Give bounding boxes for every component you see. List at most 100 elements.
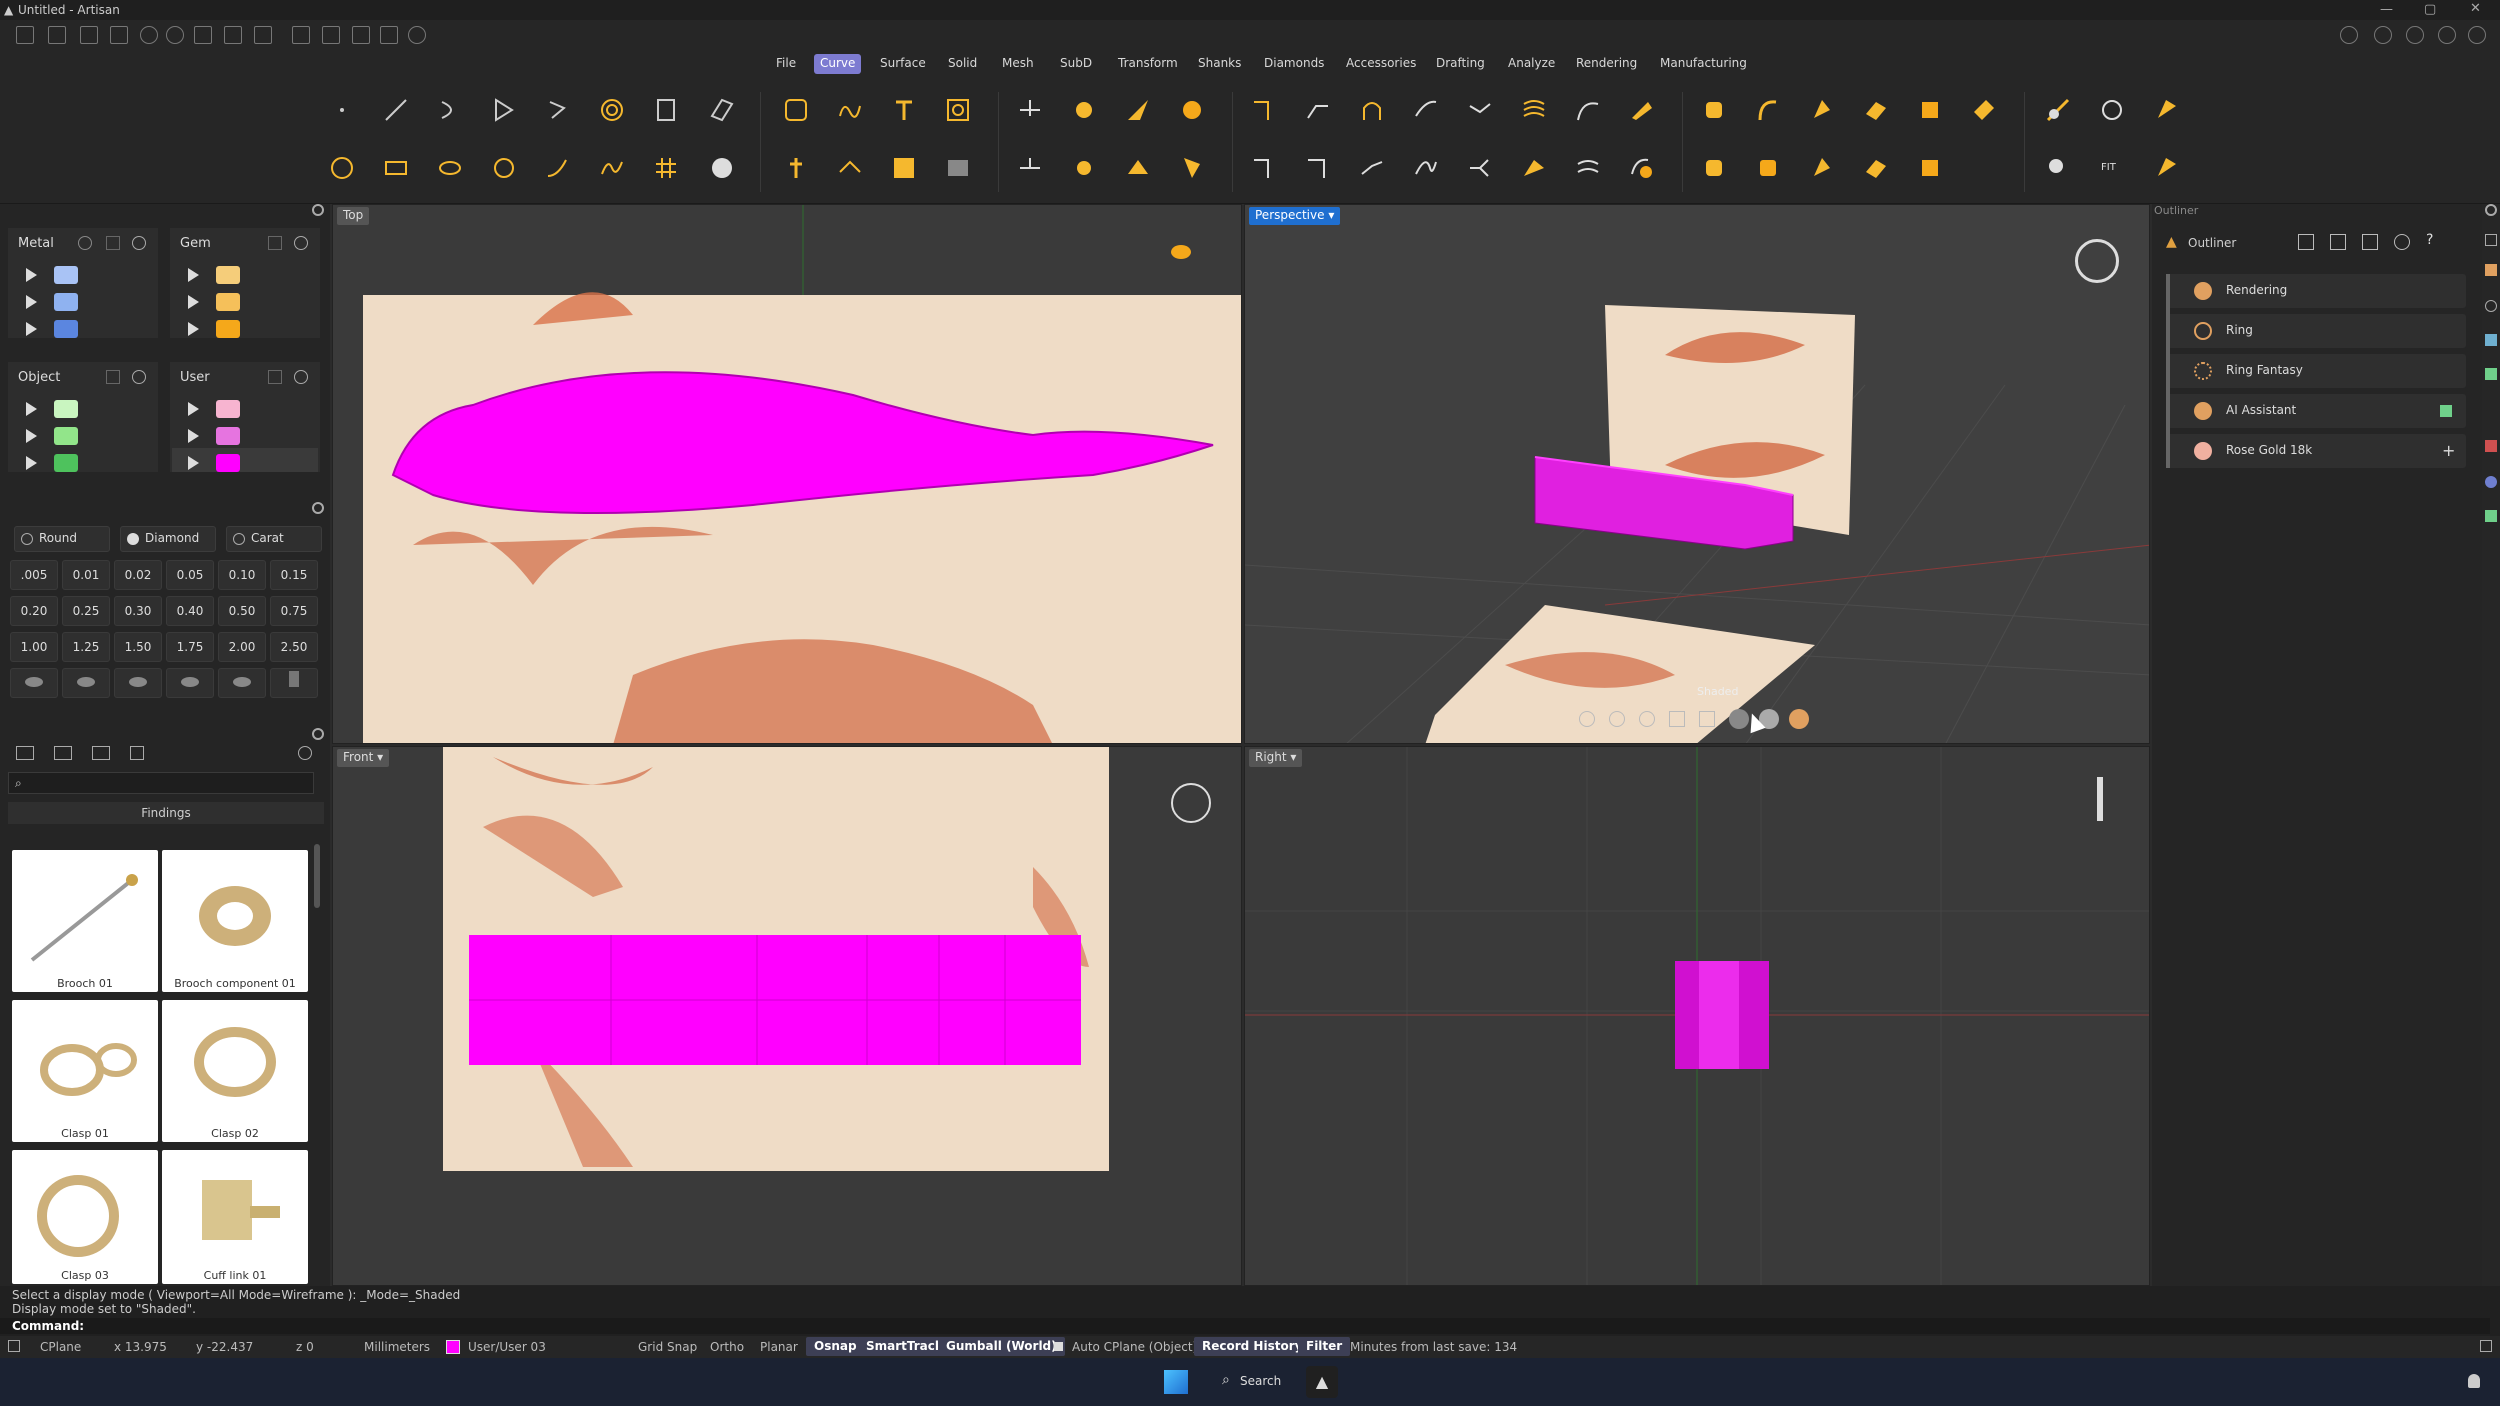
metal-eye-icon[interactable] [132,236,146,250]
taskbar-search[interactable]: ⌕ Search [1208,1366,1288,1398]
new-file-icon[interactable] [16,26,34,44]
settings-icon[interactable] [408,26,426,44]
select-icon[interactable] [380,26,398,44]
viewport-right[interactable]: Right ▾ [1244,746,2150,1286]
menu-manufacturing[interactable]: Manufacturing [1654,54,1753,74]
save-icon[interactable] [194,26,212,44]
strip-properties-icon[interactable] [2485,334,2497,346]
object-layer-3-color[interactable] [54,454,78,472]
split-tool-icon[interactable] [1064,90,1104,130]
gem-size-button[interactable]: 0.75 [270,596,318,626]
cap-tool-icon[interactable] [1748,148,1788,188]
metal-layer-3-play-icon[interactable] [26,322,37,336]
outliner-item-rose-gold[interactable]: Rose Gold 18k + [2166,434,2466,468]
outliner-refresh-icon[interactable] [2394,234,2410,250]
match-curve-icon[interactable] [1460,90,1500,130]
gem-size-button[interactable]: 1.25 [62,632,110,662]
user-eye-icon[interactable] [294,370,308,384]
library-folder-icon[interactable] [16,746,34,760]
gumball-toggle[interactable]: Gumball (World) [938,1337,1065,1356]
metal-layer-2-color[interactable] [54,293,78,311]
menu-mesh[interactable]: Mesh [996,54,1040,74]
gem-unit-carat-tab[interactable]: Carat [226,526,322,552]
panel-gear-icon-2[interactable] [312,502,324,514]
ring-shank-icon[interactable] [2092,90,2132,130]
picture-frame-icon[interactable] [884,148,924,188]
zoom-view-icon[interactable] [1609,711,1625,727]
user-layer-3-color[interactable] [216,454,240,472]
library-item-clasp-01[interactable]: Clasp 01 [12,1000,158,1142]
layers-top-icon[interactable] [2438,26,2456,44]
gem-layer-1-play-icon[interactable] [188,268,199,282]
extend-tool-icon[interactable] [1010,148,1050,188]
library-open-icon[interactable] [54,746,72,760]
gem-size-button[interactable]: 2.00 [218,632,266,662]
object-layer-2-play-icon[interactable] [26,429,37,443]
gem-size-button[interactable]: 2.50 [270,632,318,662]
outliner-pencil-icon[interactable] [2362,234,2378,250]
outliner-item-ring[interactable]: Ring [2166,314,2466,348]
gem-layer-3-play-icon[interactable] [188,322,199,336]
viewport-right-label[interactable]: Right ▾ [1249,749,1303,767]
gem-size-button[interactable]: 1.75 [166,632,214,662]
surface-patch-icon[interactable] [1514,148,1554,188]
planar-toggle[interactable]: Planar [760,1340,798,1354]
metal-material-icon[interactable] [78,236,92,250]
library-item-clasp-02[interactable]: Clasp 02 [162,1000,308,1142]
save-as-icon[interactable] [224,26,242,44]
user-lock-icon[interactable] [268,370,282,384]
library-section-header[interactable]: Findings [8,802,324,824]
gem-size-button[interactable]: 0.25 [62,596,110,626]
flow-curve-icon[interactable] [830,148,870,188]
gem-setting-button[interactable] [114,668,162,698]
gem-size-button[interactable]: 0.40 [166,596,214,626]
strip-gear-icon[interactable] [2485,204,2497,216]
viewport-front-label[interactable]: Front ▾ [337,749,390,767]
osnap-toggle[interactable]: Osnap [806,1337,865,1356]
windows-start-icon[interactable] [1164,1370,1188,1394]
diagonal-curve-icon[interactable] [1352,148,1392,188]
artisan-taskbar-icon[interactable]: ▲ [1306,1366,1338,1398]
fit-view-icon[interactable]: FIT [2092,148,2132,188]
blend-curve-icon[interactable] [592,148,632,188]
strip-light-icon[interactable] [2485,368,2497,380]
menu-file[interactable]: File [770,54,802,74]
gem-setting-button[interactable] [218,668,266,698]
object-layer-2-color[interactable] [54,427,78,445]
arch-curve-icon[interactable] [1352,90,1392,130]
patch-tool-icon[interactable] [1802,148,1842,188]
tangent-curve-icon[interactable] [1406,90,1446,130]
current-layer-color[interactable] [446,1340,460,1354]
image-trace-icon[interactable] [938,90,978,130]
user-layer-1-play-icon[interactable] [188,402,199,416]
group-icon[interactable] [322,26,340,44]
solid-box-icon[interactable] [1910,148,1950,188]
minimize-button[interactable]: — [2380,2,2393,17]
library-scrollbar[interactable] [314,844,320,908]
gem-size-button[interactable]: 1.50 [114,632,162,662]
extrude-tool-icon[interactable] [1802,90,1842,130]
add-material-icon[interactable]: + [2442,441,2455,460]
point-tool-icon[interactable] [322,90,362,130]
library-item-brooch-component-01[interactable]: Brooch component 01 [162,850,308,992]
outliner-item-rendering[interactable]: Rendering [2166,274,2466,308]
snap-icon[interactable] [352,26,370,44]
box-tool-icon[interactable] [1910,90,1950,130]
front-ring-gauge-icon[interactable] [1171,783,1211,823]
outliner-item-ring-fantasy[interactable]: Ring Fantasy [2166,354,2466,388]
object-layer-1-color[interactable] [54,400,78,418]
menu-subd[interactable]: SubD [1054,54,1098,74]
open-folder-icon[interactable] [110,26,128,44]
gem-size-button[interactable]: 0.20 [10,596,58,626]
network-tool-icon[interactable] [1856,148,1896,188]
curve-tool-icon[interactable] [538,90,578,130]
text-object-icon[interactable] [776,90,816,130]
gem-type-diamond-tab[interactable]: Diamond [120,526,216,552]
object-layer-3-play-icon[interactable] [26,456,37,470]
ortho-toggle[interactable]: Ortho [710,1340,744,1354]
spiral-tool-icon[interactable] [592,90,632,130]
user-layer-1-color[interactable] [216,400,240,418]
metal-lock-icon[interactable] [106,236,120,250]
gem-size-button[interactable]: .005 [10,560,58,590]
pan-view-icon[interactable] [1669,711,1685,727]
